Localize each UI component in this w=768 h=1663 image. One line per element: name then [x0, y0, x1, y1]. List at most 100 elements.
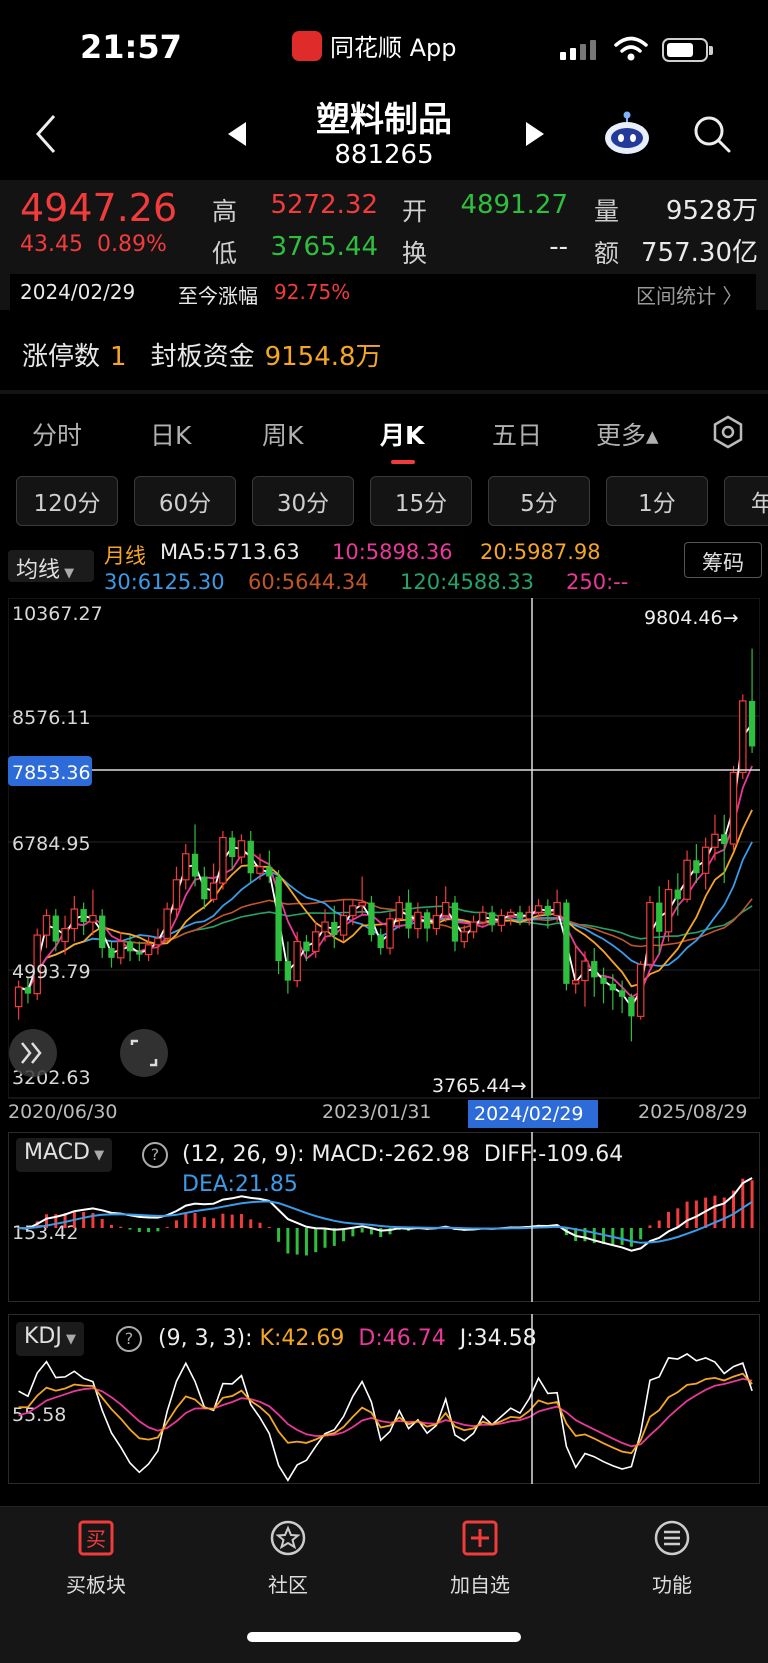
community-button[interactable]: 社区	[228, 1518, 348, 1598]
robot-assistant-icon[interactable]	[602, 110, 652, 158]
candle-body	[117, 940, 125, 959]
candle-body	[99, 915, 106, 949]
candle-body	[42, 914, 51, 936]
candle-body	[544, 905, 551, 916]
candle-body	[488, 912, 496, 926]
ma-period-label: 月线	[104, 544, 146, 568]
ma20-value: 20:5987.98	[480, 540, 601, 564]
since-label: 至今涨幅	[178, 284, 258, 308]
tab-more[interactable]: 更多▴	[596, 416, 659, 452]
candle-body	[534, 905, 543, 913]
candle-body	[209, 882, 218, 900]
candle-body	[14, 986, 23, 1008]
candle-body	[154, 937, 162, 946]
candle-body	[321, 921, 329, 933]
candle-body	[89, 914, 97, 923]
candle-body	[553, 901, 561, 917]
indicator-selector[interactable]: 均线 ▼	[8, 550, 94, 583]
macd-bar	[184, 1213, 188, 1228]
next-stock-icon[interactable]	[524, 121, 546, 147]
macd-bar	[100, 1219, 104, 1228]
open-label: 开	[402, 197, 428, 226]
ma60-value: 60:5644.34	[248, 570, 369, 594]
kline-chart[interactable]: 10367.27 8576.11 6784.95 4993.79 3202.63…	[8, 598, 760, 1128]
candle-body	[395, 901, 404, 920]
app-name: 同花顺 App	[330, 34, 457, 62]
candle-body	[191, 853, 199, 877]
candle-body	[460, 931, 469, 943]
ma30-value: 30:6125.30	[104, 570, 225, 594]
candle-body	[405, 902, 412, 929]
expand-button[interactable]	[9, 1029, 57, 1077]
macd-bar	[295, 1228, 299, 1255]
ma120-value: 120:4588.33	[400, 570, 534, 594]
tab-intraday[interactable]: 分时	[32, 416, 82, 452]
candle-body	[600, 977, 607, 984]
volume-value: 9528万	[665, 196, 758, 226]
period-120min[interactable]: 120分	[16, 476, 118, 526]
macd-bar	[147, 1228, 151, 1233]
candle-body	[748, 700, 756, 747]
divider	[0, 390, 768, 394]
limit-funds-label: 封板资金	[150, 342, 255, 372]
max-price-label: 9804.46→	[644, 607, 739, 629]
functions-button[interactable]: 功能	[612, 1518, 732, 1598]
amount-label: 额	[594, 239, 620, 268]
tab-daily-k[interactable]: 日K	[150, 416, 191, 452]
tab-five-day[interactable]: 五日	[492, 416, 542, 452]
period-30min[interactable]: 30分	[252, 476, 354, 526]
candle-body	[497, 914, 506, 926]
candle-body	[506, 911, 515, 917]
candle-body	[441, 901, 450, 917]
candle-body	[591, 961, 598, 978]
candle-body	[729, 771, 738, 845]
macd-bar	[258, 1222, 262, 1228]
active-tab-indicator	[391, 460, 415, 464]
macd-bar	[620, 1228, 624, 1245]
chips-button[interactable]: 筹码	[684, 542, 762, 578]
candle-body	[275, 876, 282, 962]
fullscreen-button[interactable]	[120, 1029, 168, 1077]
candle-body	[349, 905, 357, 917]
svg-text:买: 买	[86, 1527, 106, 1551]
current-price: 4947.26	[20, 186, 178, 230]
macd-bar	[629, 1228, 633, 1247]
macd-bar	[156, 1228, 160, 1232]
macd-bar	[360, 1228, 364, 1233]
tab-weekly-k[interactable]: 周K	[262, 416, 303, 452]
macd-bar	[750, 1180, 754, 1228]
battery-icon	[662, 38, 713, 62]
tab-monthly-k[interactable]: 月K	[380, 416, 424, 452]
candle-body	[284, 961, 292, 981]
candle-body	[201, 876, 208, 900]
macd-bar	[351, 1228, 355, 1237]
stock-code: 881265	[334, 140, 434, 170]
period-5min[interactable]: 5分	[488, 476, 590, 526]
macd-bar	[174, 1220, 178, 1228]
candle-body	[701, 846, 710, 874]
macd-bar	[165, 1226, 169, 1228]
period-year[interactable]: 年	[724, 476, 768, 526]
macd-bar	[221, 1213, 225, 1228]
ma250-value: 250:--	[566, 570, 629, 594]
y-tick: 4993.79	[12, 961, 91, 983]
status-app-indicator[interactable]: 同花顺 App	[292, 28, 457, 63]
interval-stats-link[interactable]: 区间统计 〉	[636, 280, 742, 309]
candle-body	[683, 859, 691, 900]
period-15min[interactable]: 15分	[370, 476, 472, 526]
period-60min[interactable]: 60分	[134, 476, 236, 526]
candle-body	[229, 837, 236, 858]
add-watchlist-button[interactable]: 加自选	[420, 1518, 540, 1598]
buy-sector-button[interactable]: 买 买板块	[36, 1518, 156, 1598]
low-label: 低	[212, 239, 238, 268]
macd-bar	[267, 1226, 271, 1228]
interval-stats-bar[interactable]: 2024/02/29 至今涨幅 92.75% 区间统计 〉	[10, 274, 756, 310]
buy-icon: 买	[78, 1520, 114, 1556]
period-1min[interactable]: 1分	[606, 476, 708, 526]
home-indicator	[247, 1632, 521, 1642]
candle-body	[386, 918, 394, 949]
candle-body	[331, 922, 338, 936]
indicator-selector-label: 均线	[16, 558, 61, 583]
search-icon[interactable]	[692, 114, 732, 154]
settings-icon[interactable]	[710, 414, 746, 450]
